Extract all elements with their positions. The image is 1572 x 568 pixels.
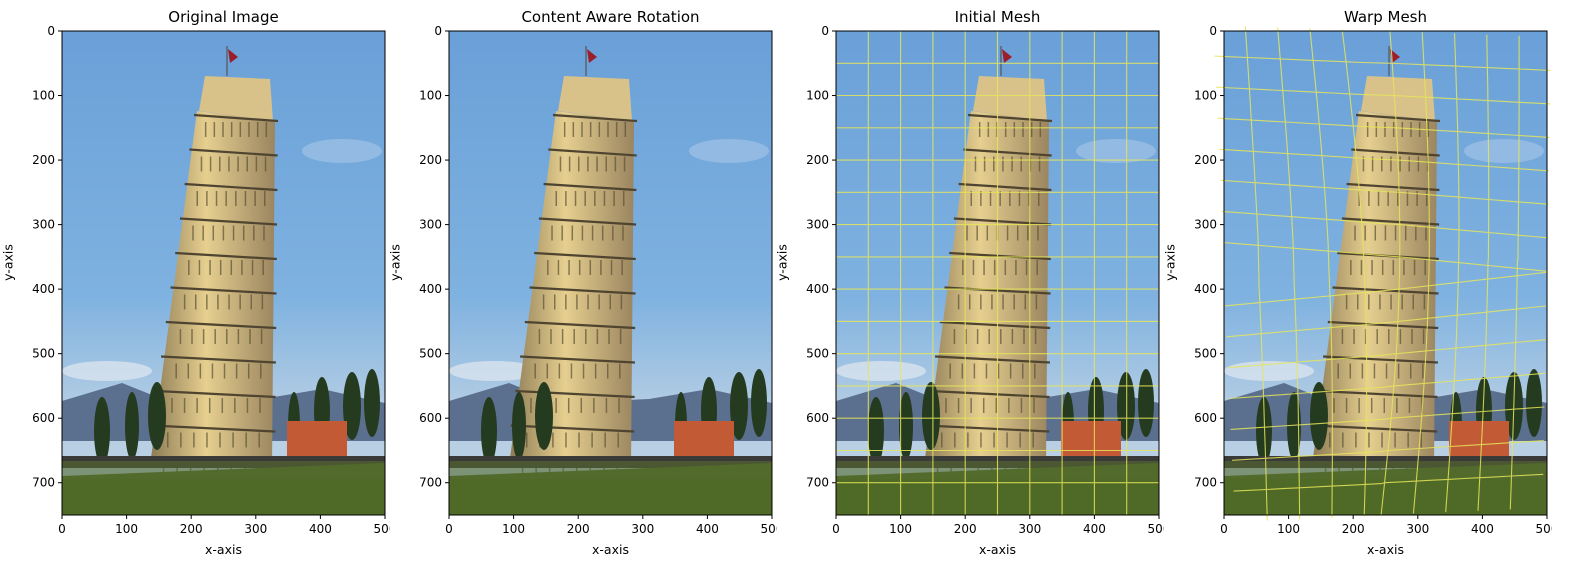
- y-tick-label: 0: [821, 24, 829, 38]
- x-axis-label: x-axis: [1367, 542, 1404, 557]
- x-tick-label: 0: [1220, 522, 1228, 536]
- x-tick-label: 200: [954, 522, 977, 536]
- x-tick-label: 500: [1536, 522, 1552, 536]
- panel-content-aware-rotation: Content Aware Rotation 01002003004005000…: [387, 0, 778, 568]
- y-tick-label: 500: [32, 347, 55, 361]
- x-tick-label: 0: [445, 522, 453, 536]
- x-tick-label: 400: [1471, 522, 1494, 536]
- cloud: [62, 361, 152, 381]
- tree: [512, 392, 526, 460]
- tree: [94, 397, 110, 465]
- y-axis-label: y-axis: [0, 244, 16, 281]
- tree: [364, 369, 380, 437]
- lawn-edge: [449, 461, 772, 479]
- x-tick-label: 200: [180, 522, 203, 536]
- x-tick-label: 0: [832, 522, 840, 536]
- x-tick-label: 300: [1406, 522, 1429, 536]
- y-axis-label: y-axis: [1162, 244, 1178, 281]
- y-tick-label: 300: [1194, 218, 1217, 232]
- x-tick-label: 0: [58, 522, 66, 536]
- y-tick-label: 0: [1209, 24, 1217, 38]
- panel-original-image: Original Image 0100200300400500010020030…: [0, 0, 391, 568]
- cloud: [1464, 139, 1544, 163]
- cloud: [1076, 139, 1156, 163]
- tree: [535, 382, 553, 450]
- y-tick-label: 100: [806, 89, 829, 103]
- image-content: [449, 31, 772, 515]
- cloud: [836, 361, 926, 381]
- tree: [125, 392, 139, 460]
- panel-warp-mesh: Warp Mesh 010020030040050001002003004005…: [1162, 0, 1553, 568]
- tree: [1138, 369, 1154, 437]
- y-tick-label: 700: [32, 476, 55, 490]
- y-tick-label: 200: [419, 153, 442, 167]
- panel-initial-mesh: Initial Mesh 010020030040050001002003004…: [774, 0, 1165, 568]
- x-tick-label: 100: [115, 522, 138, 536]
- x-axis-label: x-axis: [979, 542, 1016, 557]
- y-tick-label: 300: [32, 218, 55, 232]
- image-content: [836, 31, 1159, 515]
- image-content: [62, 31, 385, 515]
- y-tick-label: 400: [806, 282, 829, 296]
- y-tick-label: 100: [1194, 89, 1217, 103]
- x-tick-label: 200: [567, 522, 590, 536]
- x-tick-label: 100: [889, 522, 912, 536]
- image-content: [1214, 26, 1551, 521]
- y-tick-label: 600: [32, 411, 55, 425]
- y-tick-label: 600: [419, 411, 442, 425]
- y-tick-label: 500: [419, 347, 442, 361]
- y-tick-label: 200: [1194, 153, 1217, 167]
- tree: [1526, 369, 1542, 437]
- x-tick-label: 300: [631, 522, 654, 536]
- y-tick-label: 300: [806, 218, 829, 232]
- x-tick-label: 100: [502, 522, 525, 536]
- y-tick-label: 0: [47, 24, 55, 38]
- x-axis-label: x-axis: [592, 542, 629, 557]
- y-tick-label: 700: [419, 476, 442, 490]
- y-tick-label: 500: [806, 347, 829, 361]
- x-axis-label: x-axis: [205, 542, 242, 557]
- image-axes: 0 100 200 300 400 500 0 100 200 300 400 500 600 700: [1194, 24, 1552, 536]
- tree: [751, 369, 767, 437]
- x-tick-label: 400: [696, 522, 719, 536]
- y-tick-label: 100: [419, 89, 442, 103]
- y-tick-label: 600: [1194, 411, 1217, 425]
- tree: [922, 382, 940, 450]
- y-axis-label: y-axis: [387, 244, 403, 281]
- y-tick-label: 400: [32, 282, 55, 296]
- y-tick-label: 200: [806, 153, 829, 167]
- image-axes: 01002003004005000100200300400500600700: [806, 24, 1164, 536]
- y-tick-label: 700: [806, 476, 829, 490]
- y-tick-label: 300: [419, 218, 442, 232]
- building: [674, 421, 734, 456]
- building: [287, 421, 347, 456]
- y-tick-label: 600: [806, 411, 829, 425]
- y-tick-label: 400: [419, 282, 442, 296]
- image-axes: 01002003004005000100200300400500600700: [32, 24, 390, 536]
- x-tick-label: 300: [244, 522, 267, 536]
- y-tick-label: 200: [32, 153, 55, 167]
- cloud: [302, 139, 382, 163]
- x-tick-label: 200: [1342, 522, 1365, 536]
- x-tick-label: 400: [1083, 522, 1106, 536]
- x-tick-label: 400: [309, 522, 332, 536]
- x-tick-label: 300: [1018, 522, 1041, 536]
- tree: [148, 382, 166, 450]
- y-tick-label: 700: [1194, 476, 1217, 490]
- y-tick-label: 500: [1194, 347, 1217, 361]
- lawn-edge: [62, 461, 385, 479]
- x-tick-label: 100: [1277, 522, 1300, 536]
- building: [1449, 421, 1509, 456]
- cloud: [689, 139, 769, 163]
- y-tick-label: 100: [32, 89, 55, 103]
- image-axes: 01002003004005000100200300400500600700: [419, 24, 777, 536]
- tree: [481, 397, 497, 465]
- y-tick-label: 400: [1194, 282, 1217, 296]
- tree: [868, 397, 884, 465]
- y-tick-label: 0: [434, 24, 442, 38]
- y-axis-label: y-axis: [774, 244, 790, 281]
